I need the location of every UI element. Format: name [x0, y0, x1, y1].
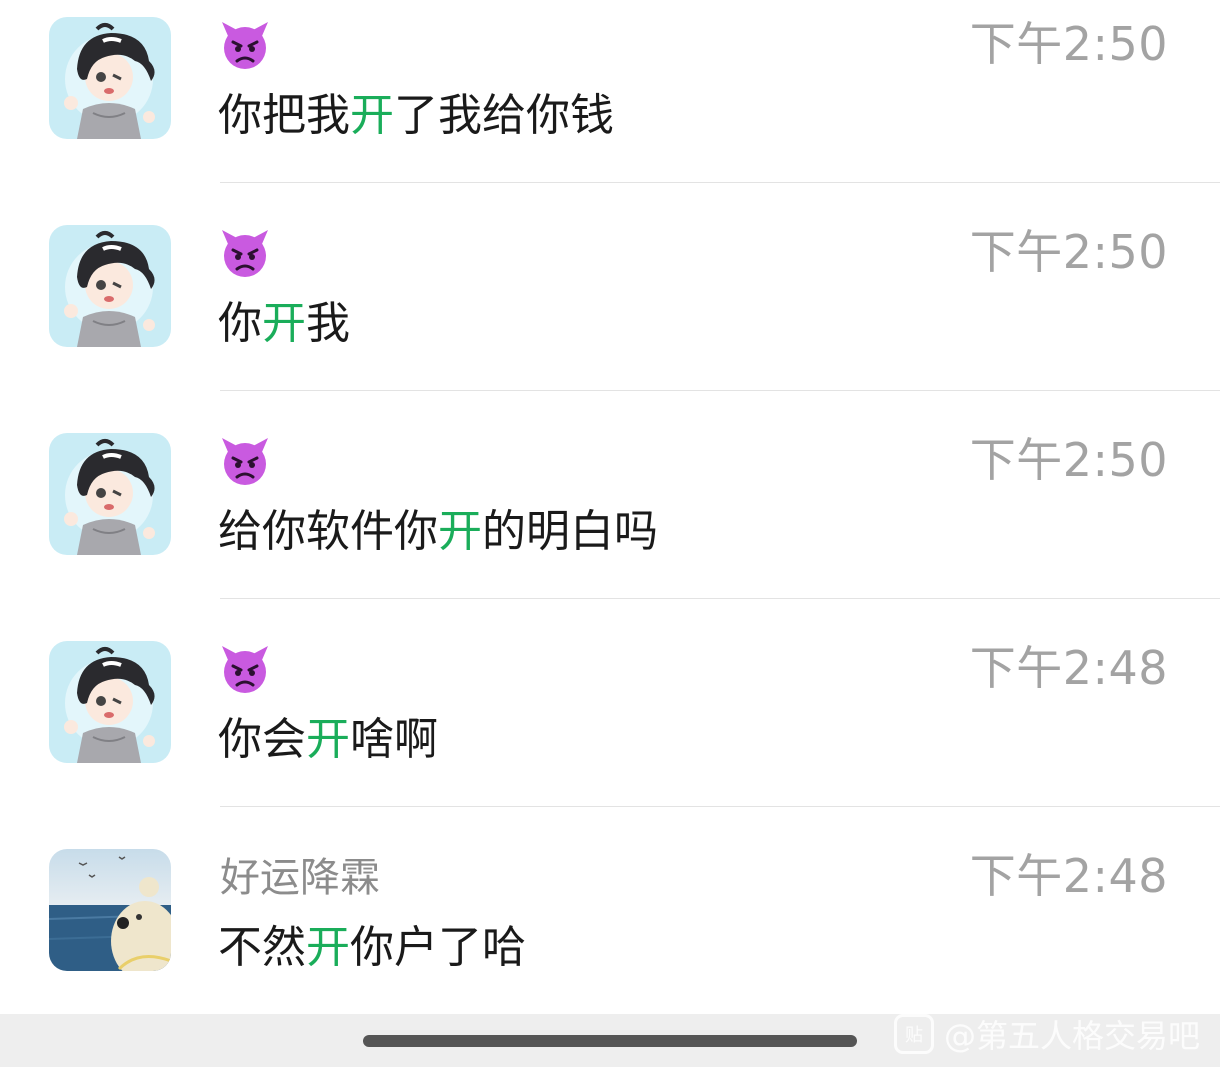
smiling-devil-icon: [220, 228, 270, 278]
smiling-devil-icon: [220, 644, 270, 694]
row-divider: [220, 390, 1220, 391]
smiling-devil-icon: [220, 20, 270, 70]
message-text: 不然开你户了哈: [218, 918, 526, 978]
message-segment: 给你软件你: [218, 506, 438, 557]
message-segment: 了我给你钱: [394, 90, 614, 141]
anime-boy-avatar[interactable]: [49, 225, 171, 347]
anime-boy-avatar[interactable]: [49, 17, 171, 139]
sender-name: 好运降霖: [220, 855, 380, 901]
message-segment: 我: [306, 298, 350, 349]
anime-boy-avatar[interactable]: [49, 641, 171, 763]
message-text: 你会开啥啊: [218, 710, 438, 770]
message-segment: 啥啊: [350, 714, 438, 765]
message-time: 下午2:50: [969, 433, 1168, 487]
row-divider: [220, 598, 1220, 599]
message-time: 下午2:50: [969, 225, 1168, 279]
message-text: 你开我: [218, 294, 350, 354]
search-keyword-highlight: 开: [262, 298, 306, 349]
anime-boy-avatar[interactable]: [49, 433, 171, 555]
search-results-list: 下午2:50 你把我开了我给你钱 下午2:50 你开我 下午2:50 给你软件你…: [0, 0, 1220, 1015]
tieba-logo-icon: 贴: [893, 1014, 934, 1054]
search-result-row[interactable]: 下午2:50 你开我: [0, 208, 1220, 416]
search-result-row[interactable]: 下午2:50 你把我开了我给你钱: [0, 0, 1220, 208]
message-text: 给你软件你开的明白吗: [218, 502, 658, 562]
message-time: 下午2:48: [969, 641, 1168, 695]
message-segment: 你会: [218, 714, 306, 765]
plush-bear-sea-avatar[interactable]: [49, 849, 171, 971]
search-result-row[interactable]: 下午2:48 你会开啥啊: [0, 624, 1220, 832]
message-segment: 不然: [218, 922, 306, 973]
message-text: 你把我开了我给你钱: [218, 86, 614, 146]
message-segment: 你把我: [218, 90, 350, 141]
search-keyword-highlight: 开: [306, 714, 350, 765]
search-result-row[interactable]: 下午2:50 给你软件你开的明白吗: [0, 416, 1220, 624]
search-result-row[interactable]: 好运降霖 下午2:48 不然开你户了哈: [0, 832, 1220, 1040]
message-time: 下午2:50: [969, 17, 1168, 71]
message-segment: 你: [218, 298, 262, 349]
message-segment: 你户了哈: [350, 922, 526, 973]
search-keyword-highlight: 开: [438, 506, 482, 557]
home-indicator[interactable]: [363, 1035, 857, 1047]
watermark-text: @第五人格交易吧: [943, 1017, 1200, 1055]
row-divider: [220, 182, 1220, 183]
message-time: 下午2:48: [969, 849, 1168, 903]
watermark: 贴 @第五人格交易吧: [893, 1012, 1200, 1056]
search-keyword-highlight: 开: [350, 90, 394, 141]
search-keyword-highlight: 开: [306, 922, 350, 973]
row-divider: [220, 806, 1220, 807]
message-segment: 的明白吗: [482, 506, 658, 557]
smiling-devil-icon: [220, 436, 270, 486]
